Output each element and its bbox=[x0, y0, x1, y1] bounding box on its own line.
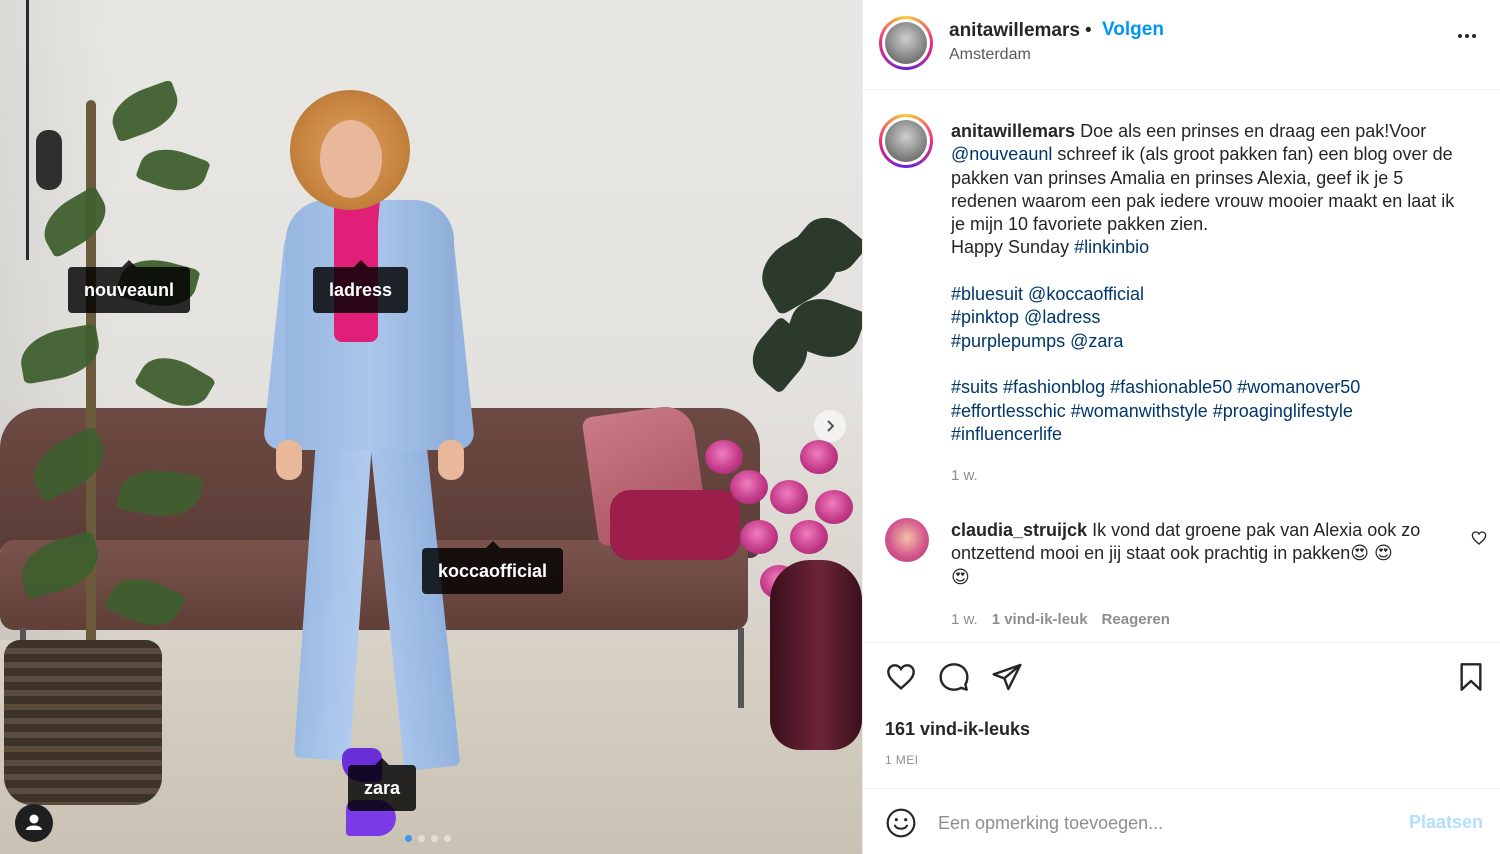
heart-icon bbox=[1471, 531, 1487, 545]
emoji-button[interactable] bbox=[885, 807, 917, 844]
plant-leaf bbox=[135, 139, 211, 201]
trouser-leg bbox=[370, 437, 461, 772]
photo-tag-ladress[interactable]: ladress bbox=[313, 260, 409, 313]
chevron-right-icon bbox=[827, 420, 835, 432]
follow-button[interactable]: Volgen bbox=[1102, 19, 1164, 41]
hashtag-line[interactable]: #influencerlife bbox=[951, 423, 1491, 446]
comment-avatar[interactable] bbox=[885, 518, 929, 562]
carousel-dot bbox=[431, 835, 438, 842]
person bbox=[250, 80, 490, 840]
comment-button[interactable] bbox=[938, 661, 970, 698]
caption-text: pakken van prinses Amalia en prinses Ale… bbox=[951, 167, 1404, 188]
add-comment-bar: Plaatsen bbox=[863, 788, 1500, 854]
carousel-indicator bbox=[405, 829, 457, 842]
photo-tag-koccaofficial[interactable]: koccaofficial bbox=[422, 541, 564, 594]
comment-input[interactable] bbox=[938, 809, 1378, 837]
comment-username[interactable]: claudia_struijck bbox=[951, 520, 1087, 540]
carousel-dot bbox=[444, 835, 451, 842]
hashtag-line[interactable]: #pinktop @ladress bbox=[951, 306, 1491, 329]
comment-like-button[interactable] bbox=[1471, 530, 1487, 551]
reply-button[interactable]: Reageren bbox=[1102, 611, 1170, 628]
save-button[interactable] bbox=[1455, 661, 1487, 698]
post-side-panel: anitawillemars • Volgen Amsterdam anitaw… bbox=[862, 0, 1500, 854]
heart-icon bbox=[887, 664, 915, 690]
more-options-button[interactable] bbox=[1455, 24, 1479, 54]
caption-avatar[interactable] bbox=[879, 114, 933, 168]
caption-timestamp[interactable]: 1 w. bbox=[951, 467, 978, 484]
hashtag-line[interactable]: #bluesuit @koccaofficial bbox=[951, 283, 1491, 306]
caption-username[interactable]: anitawillemars bbox=[951, 121, 1075, 141]
vase bbox=[770, 560, 862, 750]
hashtag-line[interactable]: #effortlesschic #womanwithstyle #proagin… bbox=[951, 400, 1491, 423]
hand bbox=[438, 440, 464, 480]
comment-text: ontzettend mooi en jij staat ook prachti… bbox=[951, 543, 1393, 564]
comment-likes[interactable]: 1 vind-ik-leuk bbox=[992, 611, 1088, 628]
sofa-leg bbox=[738, 628, 744, 708]
post-header: anitawillemars • Volgen Amsterdam bbox=[863, 0, 1500, 90]
caption-text: schreef ik (als groot pakken fan) een bl… bbox=[1052, 144, 1453, 165]
photo-tag-zara[interactable]: zara bbox=[348, 758, 417, 811]
caption-text: Doe als een prinses en draag een pak!Voo… bbox=[1075, 121, 1427, 141]
post-photo[interactable]: nouveaunl ladress koccaofficial zara bbox=[0, 0, 862, 854]
peony-flower bbox=[790, 520, 828, 554]
avatar[interactable] bbox=[879, 16, 933, 70]
post-caption: anitawillemars Doe als een prinses en dr… bbox=[951, 120, 1491, 446]
post-comment-button[interactable]: Plaatsen bbox=[1409, 812, 1483, 833]
post-date[interactable]: 1 MEI bbox=[885, 753, 918, 767]
avatar-image bbox=[885, 120, 927, 162]
likes-count[interactable]: 161 vind-ik-leuks bbox=[885, 719, 1030, 740]
face bbox=[320, 120, 382, 198]
trouser-leg bbox=[293, 438, 372, 762]
photo-tag-nouveaunl[interactable]: nouveaunl bbox=[68, 260, 191, 313]
plant-basket bbox=[4, 640, 162, 805]
share-icon bbox=[992, 663, 1022, 691]
post-actions: 161 vind-ik-leuks 1 MEI bbox=[863, 642, 1500, 788]
comment-meta: 1 w. 1 vind-ik-leuk Reageren bbox=[951, 611, 1184, 628]
caption-text: je mijn 10 favoriete pakken zien. bbox=[951, 214, 1209, 235]
comment-text: 😍 bbox=[951, 566, 970, 587]
carousel-dot bbox=[405, 835, 412, 842]
caption-text: redenen waarom een pak iedere vrouw mooi… bbox=[951, 190, 1455, 211]
carousel-dot bbox=[418, 835, 425, 842]
emoji-icon bbox=[886, 808, 916, 838]
header-separator: • bbox=[1085, 20, 1092, 41]
bookmark-icon bbox=[1460, 663, 1482, 691]
hashtag-line[interactable]: #purplepumps @zara bbox=[951, 330, 1491, 353]
location-link[interactable]: Amsterdam bbox=[949, 46, 1031, 64]
comment-text: Ik vond dat groene pak van Alexia ook zo bbox=[1087, 520, 1421, 540]
user-icon bbox=[26, 814, 42, 830]
floor-lamp bbox=[26, 0, 29, 260]
hashtag-link[interactable]: #linkinbio bbox=[1074, 237, 1149, 257]
avatar-image bbox=[885, 22, 927, 64]
tagged-users-button[interactable] bbox=[15, 804, 53, 842]
pink-blanket bbox=[610, 490, 740, 560]
more-options-icon bbox=[1458, 34, 1476, 38]
peony-flower bbox=[815, 490, 853, 524]
comment: claudia_struijck Ik vond dat groene pak … bbox=[951, 519, 1451, 589]
peony-flower bbox=[730, 470, 768, 504]
caption-text: Happy Sunday bbox=[951, 237, 1075, 258]
peony-flower bbox=[705, 440, 743, 474]
like-button[interactable] bbox=[885, 661, 917, 698]
peony-flower bbox=[800, 440, 838, 474]
hand bbox=[276, 440, 302, 480]
plant-stem bbox=[86, 100, 96, 660]
header-username[interactable]: anitawillemars bbox=[949, 20, 1080, 42]
mention-link[interactable]: @nouveaunl bbox=[951, 144, 1052, 164]
comment-icon bbox=[939, 663, 969, 691]
peony-flower bbox=[740, 520, 778, 554]
lamp-head bbox=[36, 130, 62, 190]
hashtag-line[interactable]: #suits #fashionblog #fashionable50 #woma… bbox=[951, 376, 1491, 399]
next-photo-button[interactable] bbox=[814, 410, 846, 442]
comment-timestamp[interactable]: 1 w. bbox=[951, 611, 978, 628]
peony-flower bbox=[770, 480, 808, 514]
share-button[interactable] bbox=[991, 661, 1023, 698]
